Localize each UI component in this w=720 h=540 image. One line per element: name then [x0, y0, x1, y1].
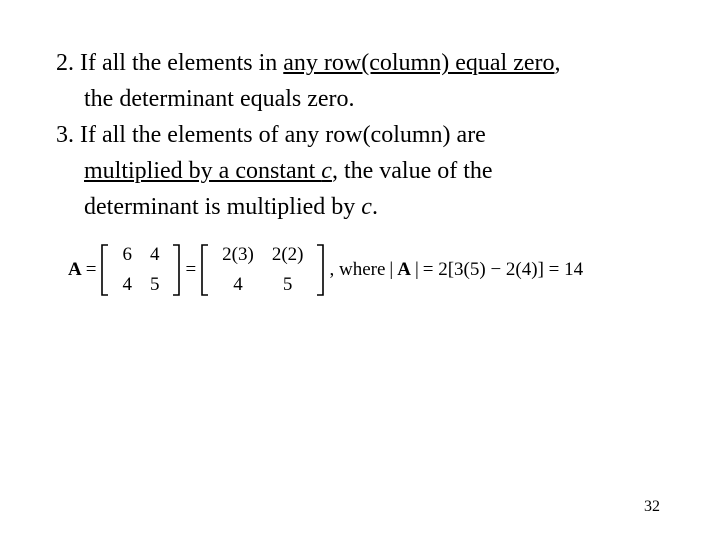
cell: 4	[150, 244, 160, 266]
left-bracket-icon	[100, 244, 110, 296]
matrix-2: 2(3) 2(2) 4 5	[214, 240, 311, 300]
left-bracket-icon	[200, 244, 210, 296]
list-item-2-cont: the determinant equals zero.	[56, 84, 664, 114]
page-number: 32	[644, 498, 660, 516]
slide: 2. If all the elements in any row(column…	[0, 0, 720, 540]
det-bar: |	[415, 259, 419, 281]
text: If all the elements in	[74, 50, 283, 76]
matrix-A-label: A	[68, 259, 82, 281]
text: If all the elements of any row(column) a…	[74, 122, 486, 148]
cell: 5	[150, 274, 160, 296]
text: .	[372, 194, 378, 220]
list-item-3: 3. If all the elements of any row(column…	[56, 120, 664, 150]
list-item-3-cont2: determinant is multiplied by c.	[56, 192, 664, 222]
item-number: 2.	[56, 50, 74, 76]
text: , the value of the	[332, 158, 493, 184]
cell: 4	[222, 274, 254, 296]
cell: 2(3)	[222, 244, 254, 266]
list-item-3-cont1: multiplied by a constant c, the value of…	[56, 156, 664, 186]
cell: 4	[122, 274, 132, 296]
matrix-1: 6 4 4 5	[114, 240, 167, 300]
det-A: A	[397, 259, 411, 281]
cell: 6	[122, 244, 132, 266]
equals: =	[86, 259, 97, 281]
equation: A = 6 4 4 5 = 2(3) 2(2) 4 5 , where | A …	[68, 240, 664, 300]
underlined-text: any row(column) equal zero	[283, 50, 554, 76]
equals: =	[185, 259, 196, 281]
rhs: = 2[3(5) − 2(4)] = 14	[423, 259, 583, 281]
text: ,	[554, 50, 560, 76]
underlined-text: multiplied by a constant	[84, 158, 321, 184]
where-text: , where	[329, 259, 385, 281]
right-bracket-icon	[315, 244, 325, 296]
list-item-2: 2. If all the elements in any row(column…	[56, 48, 664, 78]
det-bar: |	[389, 259, 393, 281]
right-bracket-icon	[171, 244, 181, 296]
cell: 2(2)	[272, 244, 304, 266]
underlined-italic-c: c	[321, 158, 332, 184]
italic-c: c	[361, 194, 372, 220]
text: the determinant equals zero.	[84, 86, 355, 112]
item-number: 3.	[56, 122, 74, 148]
text: determinant is multiplied by	[84, 194, 361, 220]
cell: 5	[272, 274, 304, 296]
